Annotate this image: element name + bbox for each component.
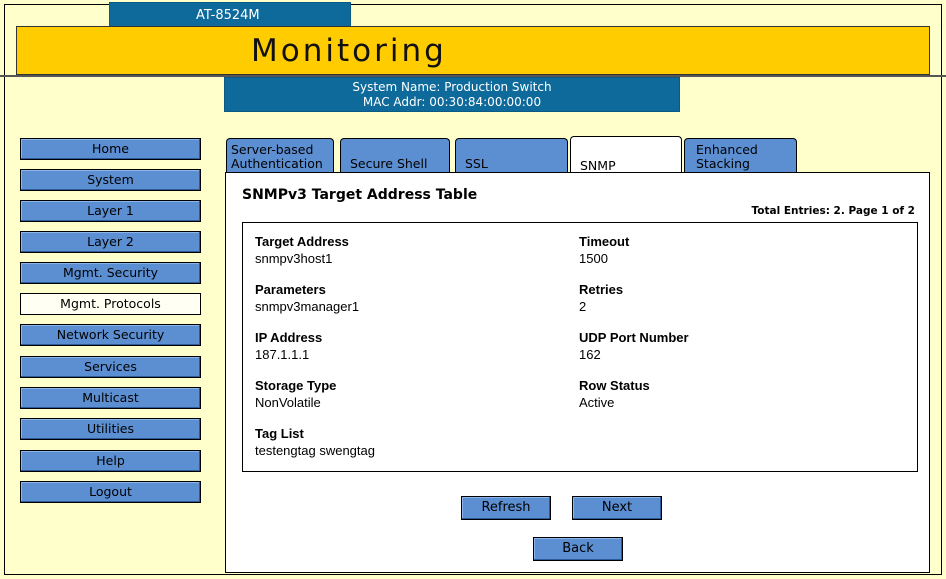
field-label: Retries (579, 282, 624, 297)
field-label: IP Address (255, 330, 323, 345)
refresh-button[interactable]: Refresh (461, 496, 551, 520)
field-value: NonVolatile (255, 395, 321, 410)
tab-label-line2: Stacking (696, 156, 750, 171)
nav-services-button[interactable]: Services (20, 356, 201, 378)
panel-title: SNMPv3 Target Address Table (242, 187, 478, 203)
tab-label-line2: Authentication (231, 156, 323, 171)
mac-address: MAC Addr: 00:30:84:00:00:00 (362, 95, 542, 109)
entry-details: Target Address snmpv3host1 Parameters sn… (242, 222, 918, 472)
model-label: AT-8524M (109, 2, 351, 27)
next-button[interactable]: Next (572, 496, 662, 520)
tab-ssl[interactable]: SSL (455, 138, 568, 174)
nav-layer2-button[interactable]: Layer 2 (20, 231, 201, 253)
field-value: 1500 (579, 251, 608, 266)
field-label: Row Status (579, 378, 650, 393)
system-name: System Name: Production Switch (352, 80, 552, 94)
field-label: Parameters (255, 282, 326, 297)
nav-logout-button[interactable]: Logout (20, 481, 201, 503)
nav-help-button[interactable]: Help (20, 450, 201, 472)
field-value: snmpv3manager1 (255, 299, 360, 314)
field-tag-list: Tag List testengtag swengtag (255, 426, 375, 458)
field-value: Active (579, 395, 615, 410)
nav-mgmt-security-button[interactable]: Mgmt. Security (20, 262, 201, 284)
field-timeout: Timeout 1500 (579, 234, 629, 266)
field-parameters: Parameters snmpv3manager1 (255, 282, 359, 314)
field-target-address: Target Address snmpv3host1 (255, 234, 349, 266)
tab-label: Secure Shell (350, 156, 428, 171)
tab-label-line1: Enhanced (696, 142, 758, 157)
tab-label: SSL (465, 156, 488, 171)
nav-system-button[interactable]: System (20, 169, 201, 191)
page-title: Monitoring (251, 33, 447, 69)
field-storage-type: Storage Type NonVolatile (255, 378, 336, 410)
tab-label: SNMP (580, 158, 616, 173)
total-entries: Total Entries: 2. Page 1 of 2 (751, 205, 915, 217)
field-value: 162 (579, 347, 601, 362)
system-info: System Name: Production Switch MAC Addr:… (224, 77, 680, 112)
nav-layer1-button[interactable]: Layer 1 (20, 200, 201, 222)
nav-utilities-button[interactable]: Utilities (20, 418, 201, 440)
tab-label-line1: Server-based (231, 142, 314, 157)
field-retries: Retries 2 (579, 282, 623, 314)
field-label: Timeout (579, 234, 630, 249)
nav-home-button[interactable]: Home (20, 138, 201, 160)
field-label: Target Address (255, 234, 349, 249)
field-value: 2 (579, 299, 587, 314)
tab-snmp[interactable]: SNMP (570, 136, 682, 175)
field-value: snmpv3host1 (255, 251, 333, 266)
field-label: Tag List (255, 426, 304, 441)
field-value: testengtag swengtag (255, 443, 375, 458)
tab-secure-shell[interactable]: Secure Shell (340, 138, 450, 174)
tab-enhanced-stacking[interactable]: Enhanced Stacking (684, 138, 797, 174)
nav-mgmt-protocols-button[interactable]: Mgmt. Protocols (20, 293, 201, 315)
field-row-status: Row Status Active (579, 378, 650, 410)
field-udp-port: UDP Port Number 162 (579, 330, 689, 362)
content-panel: SNMPv3 Target Address Table Total Entrie… (225, 172, 930, 573)
field-value: 187.1.1.1 (255, 347, 310, 362)
nav-network-security-button[interactable]: Network Security (20, 324, 201, 346)
field-label: Storage Type (255, 378, 337, 393)
back-button[interactable]: Back (533, 537, 623, 561)
field-ip-address: IP Address 187.1.1.1 (255, 330, 322, 362)
nav-multicast-button[interactable]: Multicast (20, 387, 201, 409)
banner: Monitoring (16, 26, 930, 76)
tab-server-based-authentication[interactable]: Server-based Authentication (226, 138, 334, 174)
field-label: UDP Port Number (579, 330, 689, 345)
